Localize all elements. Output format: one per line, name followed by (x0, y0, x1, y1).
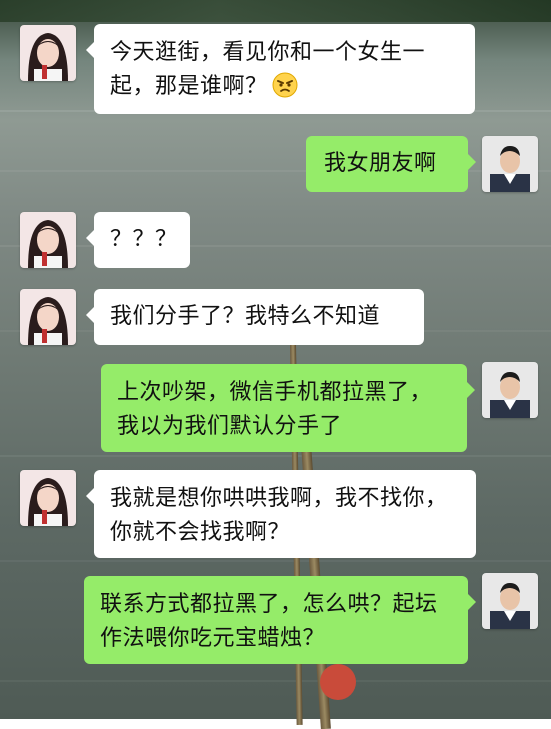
message-text: 联系方式都拉黑了，怎么哄？起坛作法喂你吃元宝蜡烛？ (100, 592, 438, 651)
message-bubble-received[interactable]: 今天逛街，看见你和一个女生一起，那是谁啊？ (86, 24, 475, 114)
message-text: ？？？ (110, 227, 178, 252)
message-bubble-received[interactable]: ？？？ (86, 212, 190, 268)
girl-avatar-icon (20, 212, 76, 268)
avatar-girl[interactable] (20, 289, 76, 345)
girl-avatar-icon (20, 289, 76, 345)
water-ripple (0, 170, 551, 172)
message-bubble-received[interactable]: 我们分手了？我特么不知道 (86, 289, 424, 345)
message-text: 我女朋友啊 (324, 151, 437, 176)
avatar-boy[interactable] (482, 573, 538, 629)
water-ripple (0, 455, 551, 457)
girl-avatar-icon (20, 25, 76, 81)
avatar-girl[interactable] (20, 212, 76, 268)
treeline (0, 0, 551, 22)
rod-reel (320, 664, 356, 700)
message-text: 我们分手了？我特么不知道 (110, 304, 381, 329)
message-text: 上次吵架，微信手机都拉黑了，我以为我们默认分手了 (117, 380, 433, 439)
avatar-girl[interactable] (20, 470, 76, 526)
boy-avatar-icon (482, 573, 538, 629)
message-bubble-sent[interactable]: 我女朋友啊 (306, 136, 476, 192)
message-bubble-sent[interactable]: 上次吵架，微信手机都拉黑了，我以为我们默认分手了 (101, 364, 475, 452)
avatar-boy[interactable] (482, 136, 538, 192)
avatar-boy[interactable] (482, 362, 538, 418)
message-bubble-received[interactable]: 我就是想你哄哄我啊，我不找你，你就不会找我啊？ (86, 470, 476, 558)
message-bubble-sent[interactable]: 联系方式都拉黑了，怎么哄？起坛作法喂你吃元宝蜡烛？ (84, 576, 476, 664)
angry-face-icon (272, 72, 298, 98)
boy-avatar-icon (482, 136, 538, 192)
water-ripple (0, 245, 551, 247)
avatar-girl[interactable] (20, 25, 76, 81)
message-text: 今天逛街，看见你和一个女生一起，那是谁啊？ (110, 40, 426, 99)
boy-avatar-icon (482, 362, 538, 418)
girl-avatar-icon (20, 470, 76, 526)
message-text: 我就是想你哄哄我啊，我不找你，你就不会找我啊？ (110, 486, 448, 545)
water-ripple (0, 680, 551, 682)
water-ripple (0, 560, 551, 562)
